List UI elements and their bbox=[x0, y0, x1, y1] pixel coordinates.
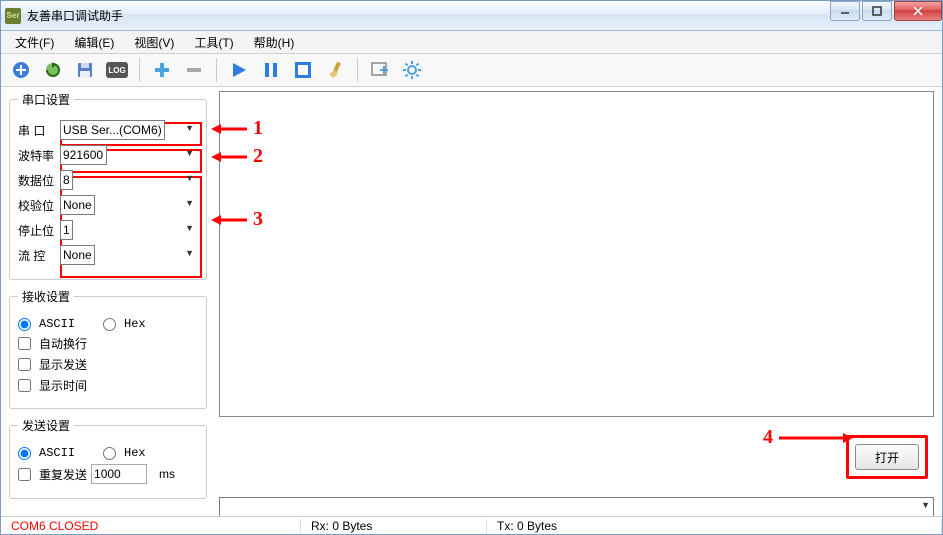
recv-settings-group: 接收设置 ASCII Hex 自动换行 显示发送 显示时间 bbox=[9, 288, 207, 409]
databits-label: 数据位 bbox=[18, 172, 60, 189]
minus-icon[interactable] bbox=[180, 56, 208, 84]
autowrap-label: 自动换行 bbox=[39, 335, 87, 352]
stopbits-select[interactable]: 1 bbox=[60, 220, 73, 240]
output-textarea[interactable] bbox=[219, 91, 934, 417]
menu-edit[interactable]: 编辑(E) bbox=[66, 32, 122, 53]
repeat-interval-input[interactable] bbox=[91, 464, 147, 484]
status-rx: Rx: 0 Bytes bbox=[301, 519, 487, 533]
maximize-button[interactable] bbox=[862, 1, 892, 21]
recv-hex-radio[interactable] bbox=[103, 318, 116, 331]
menu-bar: 文件(F) 编辑(E) 视图(V) 工具(T) 帮助(H) bbox=[1, 31, 942, 53]
repeat-checkbox[interactable] bbox=[18, 468, 31, 481]
history-combo[interactable] bbox=[219, 497, 934, 517]
stopbits-label: 停止位 bbox=[18, 222, 60, 239]
separator bbox=[139, 58, 140, 82]
minimize-button[interactable] bbox=[830, 1, 860, 21]
play-icon[interactable] bbox=[225, 56, 253, 84]
showsend-checkbox[interactable] bbox=[18, 358, 31, 371]
window-controls bbox=[828, 1, 942, 21]
showtime-label: 显示时间 bbox=[39, 377, 87, 394]
send-ascii-radio[interactable] bbox=[18, 447, 31, 460]
showtime-checkbox[interactable] bbox=[18, 379, 31, 392]
parity-label: 校验位 bbox=[18, 197, 60, 214]
status-tx: Tx: 0 Bytes bbox=[487, 519, 942, 533]
menu-help[interactable]: 帮助(H) bbox=[246, 32, 303, 53]
repeat-unit: ms bbox=[159, 467, 175, 481]
pause-icon[interactable] bbox=[257, 56, 285, 84]
recv-settings-legend: 接收设置 bbox=[18, 288, 74, 305]
send-row: 打开 bbox=[219, 423, 934, 491]
menu-view[interactable]: 视图(V) bbox=[126, 32, 182, 53]
showsend-label: 显示发送 bbox=[39, 356, 87, 373]
separator bbox=[216, 58, 217, 82]
plus-icon[interactable] bbox=[148, 56, 176, 84]
toolbar: LOG bbox=[1, 53, 942, 87]
port-label: 串 口 bbox=[18, 122, 60, 139]
log-icon[interactable]: LOG bbox=[103, 56, 131, 84]
status-bar: COM6 CLOSED Rx: 0 Bytes Tx: 0 Bytes bbox=[1, 516, 942, 534]
send-ascii-label: ASCII bbox=[39, 446, 75, 460]
title-bar: Ser 友善串口调试助手 bbox=[1, 1, 942, 31]
open-button[interactable]: 打开 bbox=[855, 444, 919, 470]
stop-icon[interactable] bbox=[289, 56, 317, 84]
port-select[interactable]: USB Ser...(COM6) bbox=[60, 120, 165, 140]
main-area: 串口设置 串 口 USB Ser...(COM6) 波特率 921600 数据位… bbox=[1, 87, 942, 519]
reload-icon[interactable] bbox=[39, 56, 67, 84]
flow-select[interactable]: None bbox=[60, 245, 95, 265]
flow-label: 流 控 bbox=[18, 247, 60, 264]
annotation-box-4: 打开 bbox=[846, 435, 928, 479]
left-panel: 串口设置 串 口 USB Ser...(COM6) 波特率 921600 数据位… bbox=[1, 87, 215, 519]
gear-icon[interactable] bbox=[398, 56, 426, 84]
send-settings-legend: 发送设置 bbox=[18, 417, 74, 434]
svg-text:LOG: LOG bbox=[108, 66, 125, 75]
baud-label: 波特率 bbox=[18, 147, 60, 164]
menu-tools[interactable]: 工具(T) bbox=[186, 32, 241, 53]
send-hex-label: Hex bbox=[124, 446, 146, 460]
parity-select[interactable]: None bbox=[60, 195, 95, 215]
right-panel: 打开 bbox=[215, 87, 942, 519]
repeat-label: 重复发送 bbox=[39, 466, 87, 483]
recv-ascii-radio[interactable] bbox=[18, 318, 31, 331]
app-icon: Ser bbox=[5, 8, 21, 24]
baud-select[interactable]: 921600 bbox=[60, 145, 107, 165]
recv-ascii-label: ASCII bbox=[39, 317, 75, 331]
menu-file[interactable]: 文件(F) bbox=[7, 32, 62, 53]
window-title: 友善串口调试助手 bbox=[27, 7, 123, 24]
serial-settings-group: 串口设置 串 口 USB Ser...(COM6) 波特率 921600 数据位… bbox=[9, 91, 207, 280]
new-icon[interactable] bbox=[7, 56, 35, 84]
autowrap-checkbox[interactable] bbox=[18, 337, 31, 350]
save-icon[interactable] bbox=[71, 56, 99, 84]
close-button[interactable] bbox=[894, 1, 942, 21]
status-connection: COM6 CLOSED bbox=[1, 519, 301, 533]
send-hex-radio[interactable] bbox=[103, 447, 116, 460]
serial-settings-legend: 串口设置 bbox=[18, 91, 74, 108]
window-add-icon[interactable] bbox=[366, 56, 394, 84]
recv-hex-label: Hex bbox=[124, 317, 146, 331]
databits-select[interactable]: 8 bbox=[60, 170, 73, 190]
separator bbox=[357, 58, 358, 82]
send-settings-group: 发送设置 ASCII Hex 重复发送 ms bbox=[9, 417, 207, 499]
clear-icon[interactable] bbox=[321, 56, 349, 84]
